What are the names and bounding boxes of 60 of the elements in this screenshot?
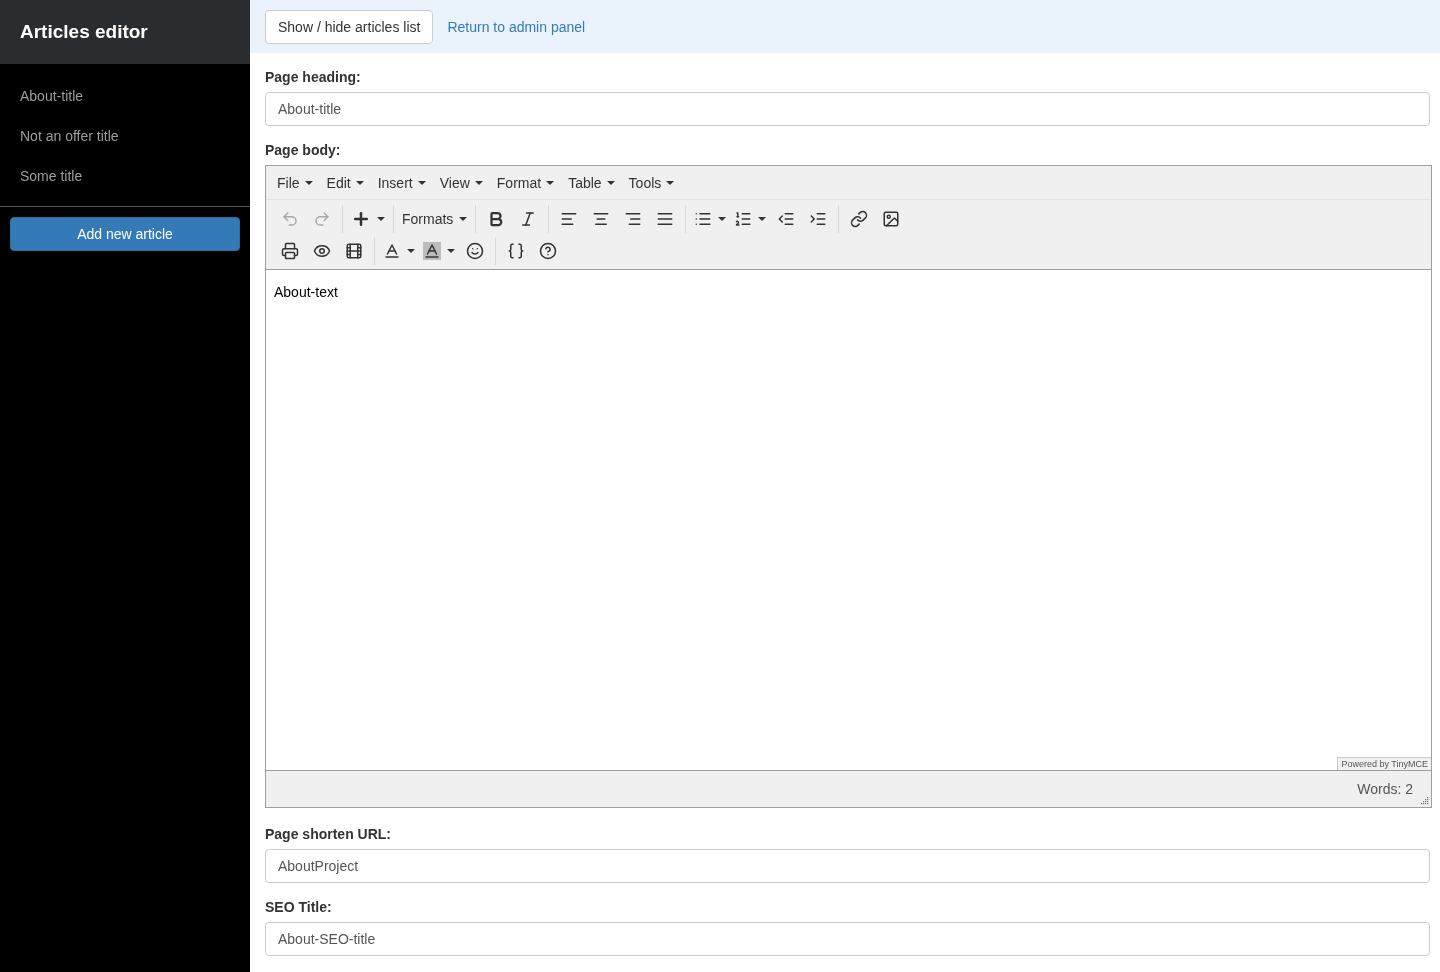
align-center-icon [592, 210, 611, 228]
caret-icon [666, 180, 675, 185]
resize-handle-icon[interactable] [1421, 797, 1429, 805]
caret-icon [474, 180, 483, 185]
article-link[interactable]: About-title [0, 76, 250, 116]
highlight-color-icon [423, 242, 441, 260]
field-label: Page heading: [265, 69, 362, 85]
input-field[interactable]: About-title [265, 92, 1430, 126]
menu-button[interactable]: Table [561, 174, 622, 191]
indent-icon [809, 210, 828, 228]
admin-panel-link[interactable]: Return to admin panel [447, 18, 586, 35]
eye-icon [313, 242, 331, 260]
sidebar-title: Articles editor [0, 0, 250, 64]
numbered-list-icon [734, 210, 753, 228]
align-left-icon [560, 210, 579, 228]
caret-icon [417, 180, 426, 185]
field-label: SEO Title: [265, 899, 333, 915]
caret-icon [304, 180, 313, 185]
toggle-list-button[interactable]: Show / hide articles list [265, 9, 434, 44]
align-right-icon [624, 210, 643, 228]
bullet-list-icon [694, 210, 713, 228]
input-field[interactable]: About-SEO-title [265, 922, 1430, 956]
branding-label: Powered by TinyMCE [1337, 757, 1431, 770]
caret-icon [377, 217, 385, 221]
menu-button[interactable]: Insert [370, 174, 433, 191]
caret-icon [606, 180, 615, 185]
plus-icon [351, 209, 371, 229]
article-link[interactable]: Not an offer title [0, 116, 250, 156]
link-icon [850, 210, 869, 228]
menu-button[interactable]: Format [489, 174, 562, 191]
caret-icon [447, 249, 455, 253]
field-label: Page body: [265, 142, 342, 158]
caret-icon [407, 249, 415, 253]
caret-icon [355, 180, 364, 185]
caret-icon [718, 217, 727, 221]
caret-icon [459, 217, 468, 221]
align-justify-icon [656, 210, 675, 228]
help-icon [539, 242, 557, 260]
braces-icon [507, 242, 525, 260]
caret-icon [758, 217, 767, 221]
word-count: Words: 2 [1357, 781, 1413, 797]
redo-icon [313, 210, 331, 228]
input-field[interactable]: AboutProject [265, 849, 1430, 883]
menu-button[interactable]: Edit [319, 174, 371, 191]
formats-dropdown[interactable]: Formats [398, 205, 472, 233]
outdent-icon [777, 210, 796, 228]
field-label: Page shorten URL: [265, 826, 392, 842]
image-icon [882, 210, 901, 228]
article-link[interactable]: Some title [0, 156, 250, 196]
film-icon [345, 242, 363, 260]
menu-button[interactable]: Tools [621, 174, 682, 191]
smiley-icon [466, 242, 484, 260]
menu-button[interactable]: View [432, 174, 490, 191]
text-color-icon [383, 242, 401, 260]
add-article-button[interactable]: Add new article [10, 217, 240, 251]
editor-text: About-text [274, 284, 338, 300]
caret-icon [546, 180, 555, 185]
printer-icon [281, 242, 299, 260]
undo-icon [281, 210, 299, 228]
menu-button[interactable]: File [270, 174, 320, 191]
